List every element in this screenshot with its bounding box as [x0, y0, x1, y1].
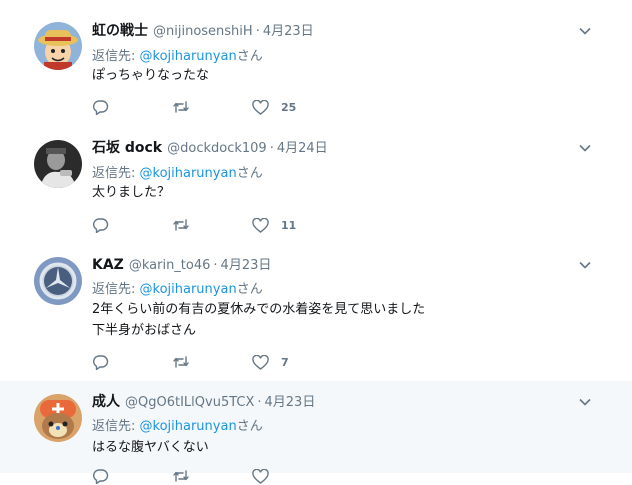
user-handle[interactable]: @QgO6tILlQvu5TCX [125, 395, 254, 410]
retweet-button[interactable] [172, 469, 252, 483]
tweet-actions [92, 467, 269, 485]
avatar[interactable] [34, 22, 82, 70]
like-count: 7 [281, 355, 289, 369]
heart-icon [252, 354, 269, 370]
like-count: 25 [281, 100, 297, 114]
chevron-down-icon[interactable] [578, 395, 592, 409]
replying-to: 返信先: @kojiharunyanさん [92, 45, 263, 64]
mention-link[interactable]: @kojiharunyan [140, 419, 237, 434]
heart-icon [252, 217, 269, 233]
monochrome-photo-avatar-icon [34, 140, 82, 188]
tweet-date[interactable]: 4月23日 [265, 391, 316, 410]
reply-prefix: 返信先: [92, 282, 140, 297]
avatar[interactable] [34, 257, 82, 305]
like-button[interactable] [252, 468, 269, 484]
like-button[interactable]: 7 [252, 354, 289, 370]
reply-icon [93, 100, 109, 115]
mention-link[interactable]: @kojiharunyan [140, 282, 237, 297]
like-button[interactable]: 25 [252, 99, 297, 115]
chopper-avatar-icon [34, 394, 82, 442]
tweet[interactable]: 石坂 dock @dockdock109 · 4月24日 返信先: @kojih… [0, 127, 632, 245]
separator: · [269, 141, 274, 156]
reply-button[interactable] [92, 354, 172, 370]
separator: · [255, 24, 260, 39]
reply-suffix: さん [236, 419, 263, 434]
tweet-actions: 25 [92, 98, 296, 116]
reply-prefix: 返信先: [92, 419, 140, 434]
reply-suffix: さん [236, 166, 263, 181]
retweet-icon [173, 470, 189, 482]
reply-button[interactable] [92, 217, 172, 233]
reply-suffix: さん [236, 282, 263, 297]
tweet-text: 2年くらい前の有吉の夏休みでの水着姿を見て思いました 下半身がおばさん [92, 300, 425, 340]
user-handle[interactable]: @dockdock109 [167, 141, 267, 156]
tweet[interactable]: KAZ @karin_to46 · 4月23日 返信先: @kojiharuny… [0, 244, 632, 382]
tweet-actions: 7 [92, 353, 289, 371]
mention-link[interactable]: @kojiharunyan [140, 166, 237, 181]
reply-button[interactable] [92, 468, 172, 484]
display-name[interactable]: 虹の戦士 [92, 20, 148, 40]
tweet-date[interactable]: 4月23日 [221, 254, 272, 273]
reply-icon [93, 355, 109, 370]
chevron-down-icon[interactable] [578, 258, 592, 272]
tweet[interactable]: 成人 @QgO6tILlQvu5TCX · 4月23日 返信先: @kojiha… [0, 381, 632, 484]
like-button[interactable]: 11 [252, 217, 297, 233]
tweet-text: ぽっちゃりなったな [92, 66, 209, 85]
tweet-date[interactable]: 4月24日 [277, 137, 328, 156]
reply-icon [93, 469, 109, 484]
tweet-text-line: ぽっちゃりなったな [92, 68, 210, 83]
tweet[interactable]: 虹の戦士 @nijinosenshiH · 4月23日 返信先: @kojiha… [0, 0, 632, 128]
reply-icon [93, 218, 109, 233]
tweet-date[interactable]: 4月23日 [263, 20, 314, 39]
chevron-down-icon[interactable] [578, 141, 592, 155]
display-name[interactable]: KAZ [92, 257, 124, 273]
separator: · [213, 258, 218, 273]
retweet-icon [173, 219, 189, 231]
tweet-text-line: はるな腹ヤバくない [92, 440, 209, 455]
display-name[interactable]: 石坂 dock [92, 137, 162, 157]
tweet-text-line: 下半身がおばさん [92, 323, 197, 338]
tweet-text: 太りました？ [92, 183, 170, 202]
avatar[interactable] [34, 394, 82, 442]
reply-suffix: さん [236, 49, 263, 64]
user-handle[interactable]: @karin_to46 [129, 258, 211, 273]
display-name[interactable]: 成人 [92, 391, 120, 411]
replying-to: 返信先: @kojiharunyanさん [92, 415, 263, 434]
mercedes-logo-avatar-icon [34, 257, 82, 305]
mention-link[interactable]: @kojiharunyan [140, 49, 237, 64]
like-count: 11 [281, 218, 297, 232]
avatar[interactable] [34, 140, 82, 188]
heart-icon [252, 468, 269, 484]
retweet-icon [173, 101, 189, 113]
chevron-down-icon[interactable] [578, 24, 592, 38]
tweet-text-line: 2年くらい前の有吉の夏休みでの水着姿を見て思いました [92, 302, 426, 317]
retweet-button[interactable] [172, 218, 252, 232]
heart-icon [252, 99, 269, 115]
reply-button[interactable] [92, 99, 172, 115]
retweet-button[interactable] [172, 355, 252, 369]
tweet-text-line: 太りました？ [92, 185, 171, 200]
retweet-button[interactable] [172, 100, 252, 114]
luffy-avatar-icon [34, 22, 82, 70]
separator: · [257, 395, 262, 410]
replying-to: 返信先: @kojiharunyanさん [92, 162, 263, 181]
tweet-actions: 11 [92, 216, 296, 234]
user-handle[interactable]: @nijinosenshiH [153, 24, 253, 39]
reply-prefix: 返信先: [92, 49, 140, 64]
retweet-icon [173, 356, 189, 368]
reply-prefix: 返信先: [92, 166, 140, 181]
replying-to: 返信先: @kojiharunyanさん [92, 278, 263, 297]
tweet-text: はるな腹ヤバくない [92, 438, 209, 457]
